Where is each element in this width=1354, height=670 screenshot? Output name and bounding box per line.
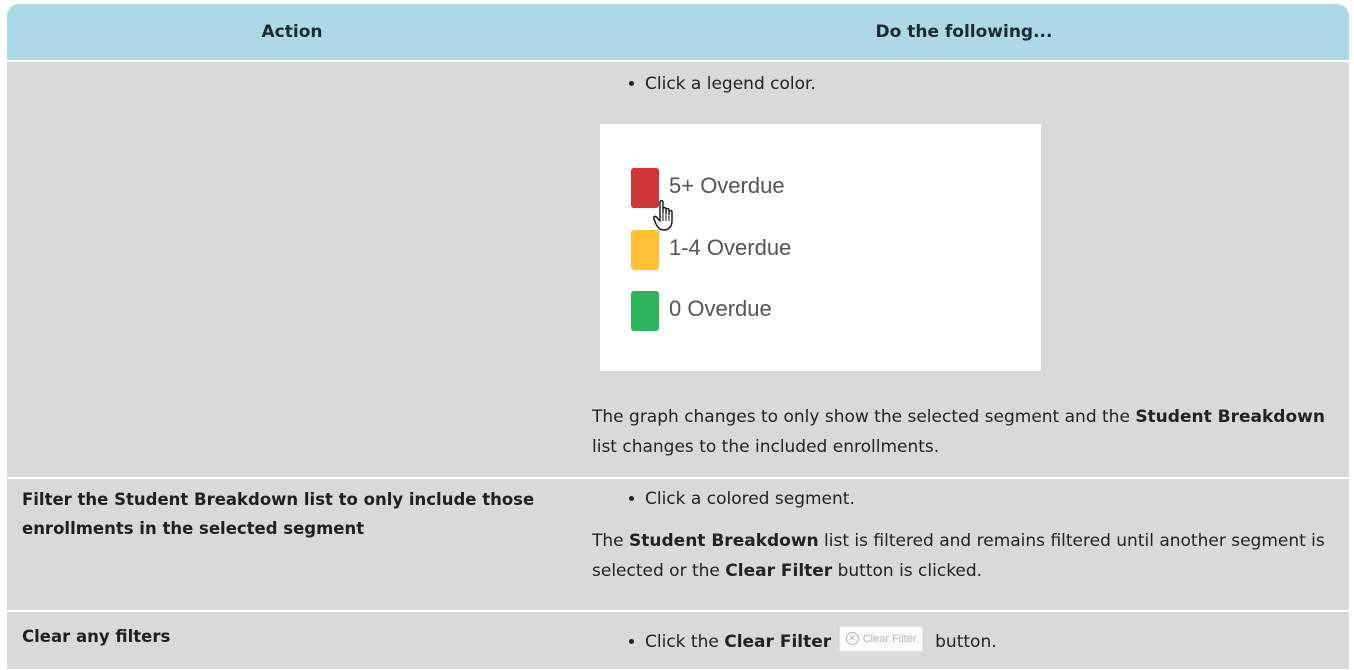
action-text: Clear any filters <box>22 627 171 646</box>
legend-label: 1-4 Overdue <box>669 235 792 260</box>
action-cell: Clear any filters <box>7 612 577 669</box>
emphasis: Clear Filter <box>725 561 833 581</box>
action-text: Filter the Student Breakdown list to onl… <box>22 490 535 538</box>
table-row: Clear any filters Click the Clear Filter… <box>7 612 1349 669</box>
bullet-item: Click a colored segment. <box>629 489 855 509</box>
emphasis: Student Breakdown <box>629 531 819 551</box>
legend-swatch-yellow[interactable] <box>631 230 659 270</box>
bullet-text: Click a colored segment. <box>645 489 855 509</box>
legend-swatch-green[interactable] <box>631 291 659 331</box>
action-column-header: Action <box>261 22 323 42</box>
result-paragraph: The Student Breakdown list is filtered a… <box>592 531 1325 581</box>
clear-filter-button[interactable]: ✕ Clear Filter <box>839 626 924 652</box>
circle-x-icon: ✕ <box>845 631 859 645</box>
emphasis: Clear Filter <box>724 632 832 652</box>
legend-label: 0 Overdue <box>669 296 772 321</box>
bullet-item: Click the Clear Filter ✕ Clear Filter butto… <box>629 626 997 655</box>
table-row: Click a legend color. 5+ Overdue 1-4 Ove… <box>7 62 1349 477</box>
bullet-dot <box>629 495 634 501</box>
instructions-cell: Click the Clear Filter ✕ Clear Filter butto… <box>579 612 1349 669</box>
bullet-text: Click a legend color. <box>645 74 816 94</box>
instructions-cell: Click a colored segment. The Student Bre… <box>579 479 1349 610</box>
hand-cursor-icon <box>653 200 673 231</box>
bullet-item: Click a legend color. <box>629 74 816 94</box>
instructions-table: Action Do the following... Click a legen… <box>7 4 1349 669</box>
emphasis: Student Breakdown <box>1135 407 1325 427</box>
instructions-column-header: Do the following... <box>875 22 1053 42</box>
result-paragraph: The graph changes to only show the selec… <box>592 407 1325 457</box>
action-cell <box>7 62 577 477</box>
bullet-dot <box>629 638 634 644</box>
legend-label: 5+ Overdue <box>669 173 785 198</box>
clear-filter-button-label: Clear Filter <box>862 633 917 645</box>
table-row: Filter the Student Breakdown list to onl… <box>7 479 1349 610</box>
table-header: Action Do the following... <box>7 4 1349 60</box>
bullet-dot <box>629 80 634 86</box>
legend-image: 5+ Overdue 1-4 Overdue 0 Overdue <box>600 124 1041 371</box>
instructions-cell: Click a legend color. 5+ Overdue 1-4 Ove… <box>579 62 1349 477</box>
action-cell: Filter the Student Breakdown list to onl… <box>7 479 577 610</box>
